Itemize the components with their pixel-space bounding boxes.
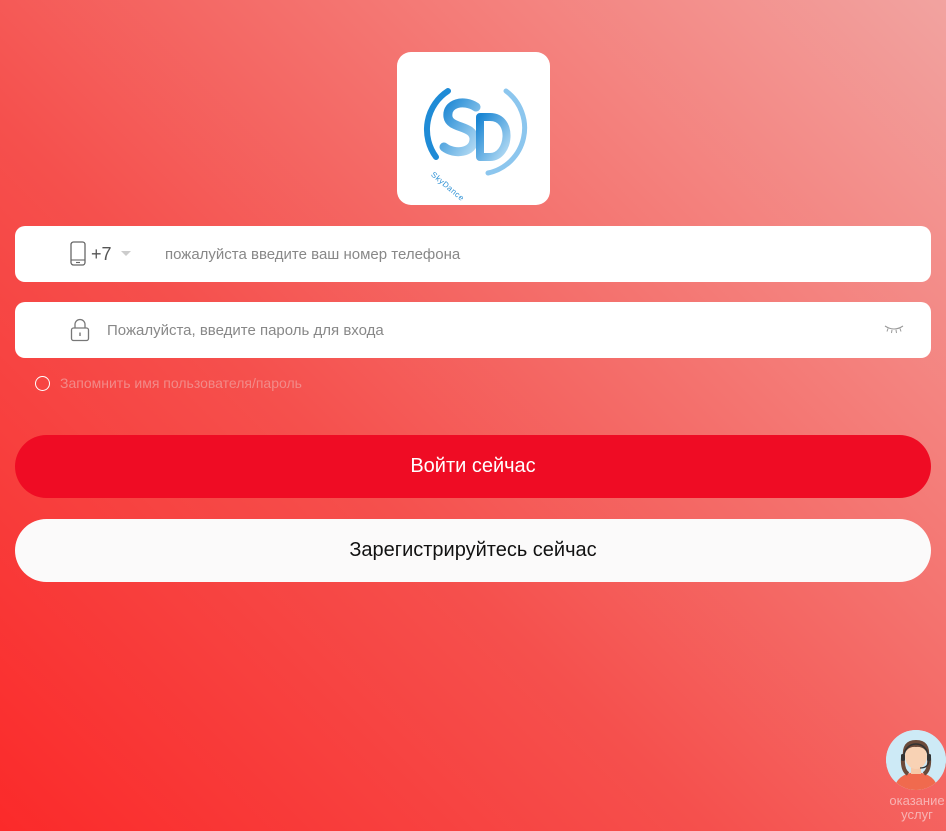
app-logo: SkyDance	[397, 52, 550, 205]
customer-service-label: оказание услуг	[882, 794, 946, 822]
phone-input[interactable]	[165, 240, 905, 268]
customer-service-icon[interactable]	[886, 730, 946, 790]
customer-service-label-line1: оказание	[889, 793, 945, 808]
phone-field[interactable]: +7	[15, 226, 931, 282]
eye-closed-icon[interactable]	[884, 323, 904, 335]
password-field[interactable]	[15, 302, 931, 358]
remember-checkbox[interactable]: Запомнить имя пользователя/пароль	[35, 375, 302, 391]
customer-service-widget[interactable]: оказание услуг	[882, 730, 946, 831]
customer-service-label-line2: услуг	[901, 807, 933, 822]
chevron-down-icon[interactable]	[121, 251, 131, 256]
register-button[interactable]: Зарегистрируйтесь сейчас	[15, 519, 931, 582]
password-input[interactable]	[107, 316, 867, 344]
remember-label: Запомнить имя пользователя/пароль	[60, 375, 302, 391]
lock-icon	[70, 318, 90, 342]
skydance-logo-icon	[423, 87, 527, 175]
country-code-select[interactable]: +7	[91, 242, 112, 266]
phone-icon	[70, 241, 86, 266]
login-button[interactable]: Войти сейчас	[15, 435, 931, 498]
radio-circle-icon[interactable]	[35, 375, 50, 391]
